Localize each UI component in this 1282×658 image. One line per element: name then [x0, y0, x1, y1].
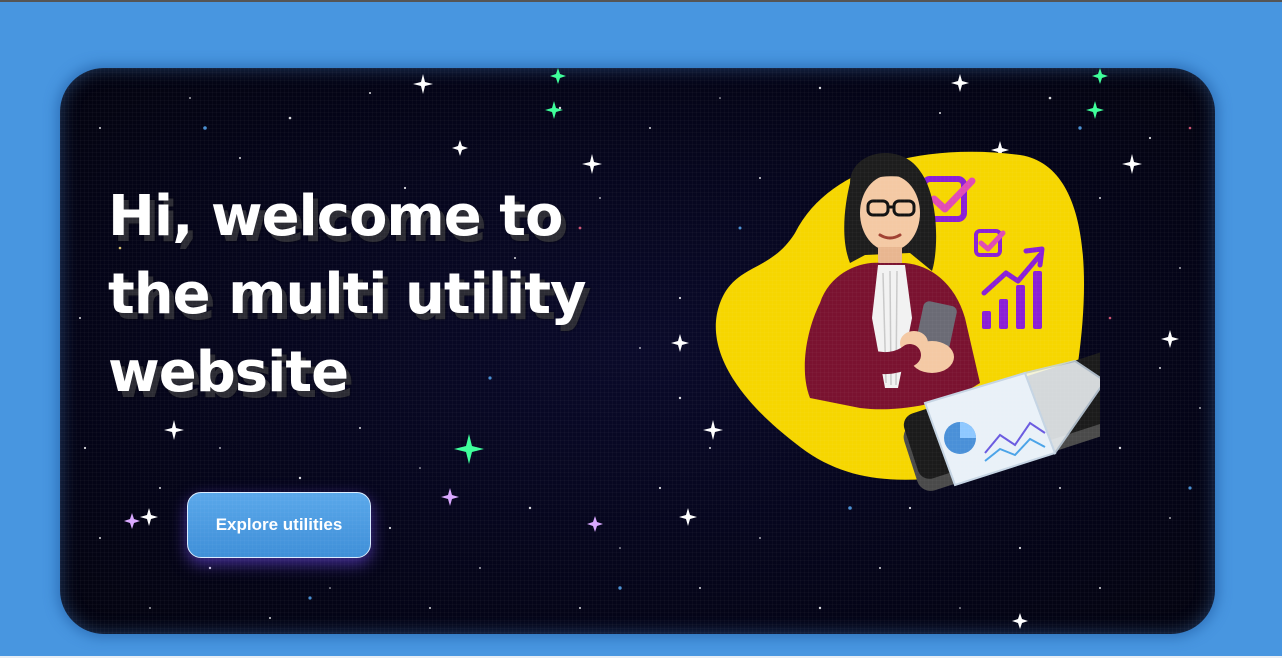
browser-top-edge: [0, 0, 1282, 2]
explore-utilities-button[interactable]: Explore utilities: [187, 492, 371, 558]
hero-banner: Hi, welcome to the multi utility website…: [60, 68, 1215, 634]
businesswoman-illustration: [715, 151, 1100, 491]
hero-headline: Hi, welcome to the multi utility website: [108, 184, 586, 405]
